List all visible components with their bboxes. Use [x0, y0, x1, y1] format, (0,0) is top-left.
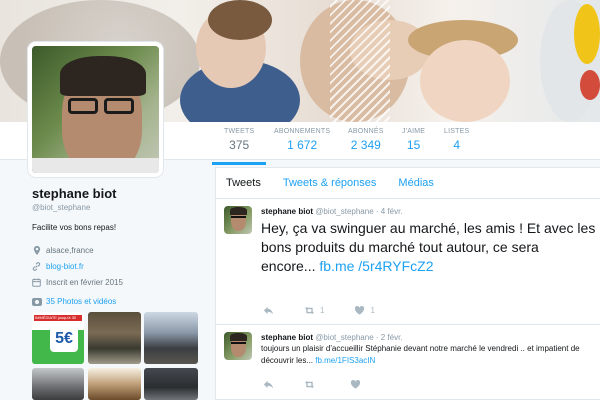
tweet-avatar[interactable]: [224, 206, 252, 234]
profile-location: alsace,france: [32, 245, 202, 256]
tweet-author-handle[interactable]: @biot_stephane: [315, 207, 373, 216]
tab-tweets[interactable]: Tweets: [226, 177, 261, 189]
promo-price: 5€: [50, 326, 78, 352]
tab-tweets-replies[interactable]: Tweets & réponses: [283, 177, 377, 189]
avatar[interactable]: [28, 42, 163, 177]
retweet-icon: [304, 306, 315, 315]
like-count: 1: [370, 306, 375, 315]
profile-name[interactable]: stephane biot: [32, 186, 202, 201]
stat-label: ABONNEMENTS: [274, 128, 331, 135]
retweet-icon: [304, 380, 315, 389]
stat-tweets[interactable]: TWEETS 375: [211, 128, 267, 165]
photos-label: 35 Photos et vidéos: [46, 297, 117, 306]
reply-icon: [263, 380, 274, 389]
retweet-button[interactable]: [304, 379, 320, 390]
photo-thumbnail[interactable]: IMMÉDIATE jusqu'à 30 5€: [32, 312, 84, 364]
profile-joined: Inscrit en février 2015: [32, 277, 202, 288]
promo-text: IMMÉDIATE jusqu'à 30: [35, 315, 77, 320]
stat-followers[interactable]: ABONNÉS 2 349: [348, 128, 384, 152]
tweet-link[interactable]: fb.me/1FIS3acIN: [315, 356, 375, 365]
calendar-icon: [32, 278, 41, 287]
tweet-text: toujours un plaisir d'accueillir Stéphan…: [261, 343, 596, 367]
tweet-body: toujours un plaisir d'accueillir Stéphan…: [261, 344, 580, 365]
profile-bio: Facilite vos bons repas!: [32, 223, 117, 232]
timeline-tabs: Tweets Tweets & réponses Médias: [216, 168, 600, 199]
tweet-date[interactable]: · 4 févr.: [376, 207, 403, 216]
stat-value: 2 349: [350, 138, 381, 152]
tweet-header: stephane biot @biot_stephane · 2 févr.: [261, 333, 403, 342]
profile-card: stephane biot @biot_stephane Facilite vo…: [32, 186, 202, 288]
reply-button[interactable]: [263, 305, 274, 316]
heart-icon: [350, 379, 361, 389]
reply-icon: [263, 306, 274, 315]
stat-label: LISTES: [444, 128, 470, 135]
photo-thumbnail[interactable]: [88, 312, 141, 364]
tweet[interactable]: stephane biot @biot_stephane · 4 févr. H…: [216, 199, 600, 325]
tweet-actions: [263, 379, 366, 390]
like-button[interactable]: [350, 379, 366, 390]
stat-likes[interactable]: J'AIME 15: [402, 128, 425, 152]
tweet-date[interactable]: · 2 févr.: [376, 333, 403, 342]
photos-videos-link[interactable]: 35 Photos et vidéos: [32, 297, 116, 306]
camera-icon: [32, 297, 42, 306]
tweet-text: Hey, ça va swinguer au marché, les amis …: [261, 219, 596, 276]
photo-thumbnail[interactable]: [88, 368, 141, 400]
link-icon: [32, 262, 41, 271]
location-pin-icon: [32, 246, 41, 255]
stat-label: ABONNÉS: [348, 128, 384, 135]
timeline: Tweets Tweets & réponses Médias stephane…: [215, 167, 600, 400]
stat-value: 4: [453, 138, 460, 152]
heart-icon: [355, 305, 365, 315]
tweet-author-name[interactable]: stephane biot: [261, 333, 313, 342]
profile-handle[interactable]: @biot_stephane: [32, 203, 202, 212]
location-text: alsace,france: [46, 246, 94, 255]
profile-website: blog-biot.fr: [32, 261, 202, 272]
stat-following[interactable]: ABONNEMENTS 1 672: [274, 128, 330, 152]
reply-button[interactable]: [263, 379, 274, 390]
retweet-count: 1: [320, 306, 325, 315]
stat-lists[interactable]: LISTES 4: [444, 128, 469, 152]
retweet-button[interactable]: 1: [304, 305, 324, 316]
photo-thumbnail[interactable]: [32, 368, 84, 400]
stat-label: TWEETS: [224, 128, 255, 135]
like-button[interactable]: 1: [354, 305, 375, 316]
stat-value: 375: [229, 138, 250, 152]
tweet-header: stephane biot @biot_stephane · 4 févr.: [261, 207, 403, 216]
tab-media[interactable]: Médias: [398, 177, 433, 189]
stat-value: 1 672: [287, 138, 318, 152]
website-link[interactable]: blog-biot.fr: [46, 262, 84, 271]
stat-value: 15: [406, 138, 421, 152]
tweet-link[interactable]: fb.me /5r4RYFcZ2: [319, 258, 433, 274]
joined-text: Inscrit en février 2015: [46, 278, 123, 287]
tweet-avatar[interactable]: [224, 332, 252, 360]
photo-thumbnail[interactable]: [144, 312, 198, 364]
stat-label: J'AIME: [402, 128, 426, 135]
tweet-author-name[interactable]: stephane biot: [261, 207, 313, 216]
tweet-actions: 1 1: [263, 305, 375, 316]
tweet[interactable]: stephane biot @biot_stephane · 2 févr. t…: [216, 325, 600, 400]
tweet-author-handle[interactable]: @biot_stephane: [315, 333, 373, 342]
photo-thumbnail[interactable]: [144, 368, 198, 400]
